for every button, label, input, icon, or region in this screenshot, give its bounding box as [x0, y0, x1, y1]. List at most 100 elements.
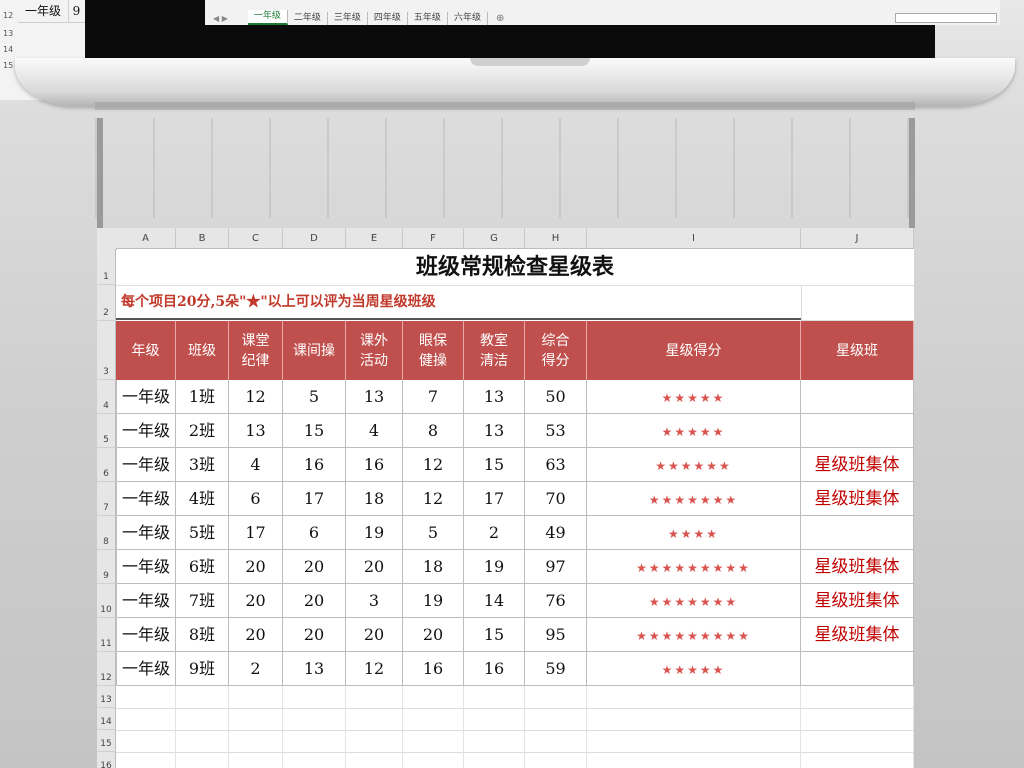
- cell-clean[interactable]: 17: [464, 482, 525, 516]
- cell-total[interactable]: 70: [525, 482, 587, 516]
- cell-star-class[interactable]: [801, 414, 914, 448]
- cell-activity[interactable]: 20: [346, 550, 403, 584]
- row-header-5[interactable]: 5: [97, 414, 116, 448]
- cell-class[interactable]: 7班: [176, 584, 229, 618]
- cell-star-class[interactable]: [801, 516, 914, 550]
- row-header-9[interactable]: 9: [97, 550, 116, 584]
- sheet-tab-grade5[interactable]: 五年级: [408, 12, 448, 25]
- cell-exercise[interactable]: 6: [283, 516, 346, 550]
- cell-eye[interactable]: 5: [403, 516, 464, 550]
- sheet-nav-arrows-icon[interactable]: ◀ ▶: [205, 12, 248, 25]
- cell-total[interactable]: 53: [525, 414, 587, 448]
- cell-grade[interactable]: 一年级: [116, 516, 176, 550]
- cell-stars[interactable]: ★★★★★: [587, 414, 801, 448]
- cell-class[interactable]: 2班: [176, 414, 229, 448]
- empty-row[interactable]: [116, 752, 914, 768]
- cell-exercise[interactable]: 17: [283, 482, 346, 516]
- cell-total[interactable]: 50: [525, 380, 587, 414]
- sheet-tab-grade3[interactable]: 三年级: [328, 12, 368, 25]
- cell-grade[interactable]: 一年级: [116, 482, 176, 516]
- cell-activity[interactable]: 3: [346, 584, 403, 618]
- row-header-7[interactable]: 7: [97, 482, 116, 516]
- sheet-tab-grade6[interactable]: 六年级: [448, 12, 488, 25]
- cell-eye[interactable]: 12: [403, 482, 464, 516]
- cell-stars[interactable]: ★★★★: [587, 516, 801, 550]
- cell-discipline[interactable]: 13: [229, 414, 283, 448]
- cell-exercise[interactable]: 15: [283, 414, 346, 448]
- note-empty-cell[interactable]: [801, 285, 914, 321]
- cell-eye[interactable]: 16: [403, 652, 464, 686]
- cell-class[interactable]: 3班: [176, 448, 229, 482]
- row-header-14[interactable]: 14: [97, 708, 116, 730]
- cell-eye[interactable]: 19: [403, 584, 464, 618]
- column-header-c[interactable]: C: [229, 228, 283, 249]
- cell-star-class[interactable]: 星级班集体: [801, 618, 914, 652]
- cell-clean[interactable]: 15: [464, 448, 525, 482]
- cell-discipline[interactable]: 4: [229, 448, 283, 482]
- cell-eye[interactable]: 7: [403, 380, 464, 414]
- cell-total[interactable]: 59: [525, 652, 587, 686]
- cell-clean[interactable]: 14: [464, 584, 525, 618]
- cell-grade[interactable]: 一年级: [116, 550, 176, 584]
- row-header-13[interactable]: 13: [97, 686, 116, 708]
- add-sheet-icon[interactable]: ⊕: [488, 12, 512, 25]
- cell-eye[interactable]: 8: [403, 414, 464, 448]
- cell-total[interactable]: 76: [525, 584, 587, 618]
- row-header-3[interactable]: 3: [97, 321, 116, 380]
- column-header-i[interactable]: I: [587, 228, 801, 249]
- cell-star-class[interactable]: 星级班集体: [801, 482, 914, 516]
- row-header-10[interactable]: 10: [97, 584, 116, 618]
- cell-class[interactable]: 6班: [176, 550, 229, 584]
- column-header-f[interactable]: F: [403, 228, 464, 249]
- cell-grade[interactable]: 一年级: [116, 618, 176, 652]
- cell-clean[interactable]: 19: [464, 550, 525, 584]
- cell-grade[interactable]: 一年级: [116, 652, 176, 686]
- cell-discipline[interactable]: 20: [229, 550, 283, 584]
- cell-exercise[interactable]: 16: [283, 448, 346, 482]
- cell-exercise[interactable]: 20: [283, 584, 346, 618]
- cell-class[interactable]: 1班: [176, 380, 229, 414]
- cell-grade[interactable]: 一年级: [116, 380, 176, 414]
- row-header-8[interactable]: 8: [97, 516, 116, 550]
- cell-class[interactable]: 5班: [176, 516, 229, 550]
- cell-total[interactable]: 63: [525, 448, 587, 482]
- column-header-j[interactable]: J: [801, 228, 914, 249]
- cell-eye[interactable]: 20: [403, 618, 464, 652]
- cell-stars[interactable]: ★★★★★★: [587, 448, 801, 482]
- empty-row[interactable]: [116, 686, 914, 709]
- cell-exercise[interactable]: 20: [283, 550, 346, 584]
- cell-exercise[interactable]: 13: [283, 652, 346, 686]
- cell-discipline[interactable]: 12: [229, 380, 283, 414]
- cell-activity[interactable]: 20: [346, 618, 403, 652]
- cell-stars[interactable]: ★★★★★★★★★: [587, 618, 801, 652]
- cell-exercise[interactable]: 5: [283, 380, 346, 414]
- cell-grade[interactable]: 一年级: [116, 448, 176, 482]
- cell-total[interactable]: 95: [525, 618, 587, 652]
- cell-activity[interactable]: 18: [346, 482, 403, 516]
- cell-clean[interactable]: 2: [464, 516, 525, 550]
- cell-star-class[interactable]: 星级班集体: [801, 584, 914, 618]
- column-header-b[interactable]: B: [176, 228, 229, 249]
- cell-clean[interactable]: 13: [464, 380, 525, 414]
- cell-class[interactable]: 9班: [176, 652, 229, 686]
- cell-discipline[interactable]: 2: [229, 652, 283, 686]
- cell-star-class[interactable]: 星级班集体: [801, 448, 914, 482]
- cell-stars[interactable]: ★★★★★: [587, 652, 801, 686]
- cell-stars[interactable]: ★★★★★★★★★: [587, 550, 801, 584]
- sheet-tab-grade2[interactable]: 二年级: [288, 12, 328, 25]
- cell-clean[interactable]: 15: [464, 618, 525, 652]
- row-header-1[interactable]: 1: [97, 249, 116, 285]
- cell-total[interactable]: 97: [525, 550, 587, 584]
- cell-eye[interactable]: 18: [403, 550, 464, 584]
- cell-activity[interactable]: 16: [346, 448, 403, 482]
- cell-stars[interactable]: ★★★★★★★: [587, 584, 801, 618]
- cell-exercise[interactable]: 20: [283, 618, 346, 652]
- row-header-15[interactable]: 15: [97, 730, 116, 752]
- sheet-tab-grade1[interactable]: 一年级: [247, 10, 288, 25]
- column-header-g[interactable]: G: [464, 228, 525, 249]
- row-header-2[interactable]: 2: [97, 285, 116, 321]
- cell-activity[interactable]: 19: [346, 516, 403, 550]
- cell-discipline[interactable]: 20: [229, 584, 283, 618]
- cell-discipline[interactable]: 6: [229, 482, 283, 516]
- row-header-16[interactable]: 16: [97, 752, 116, 768]
